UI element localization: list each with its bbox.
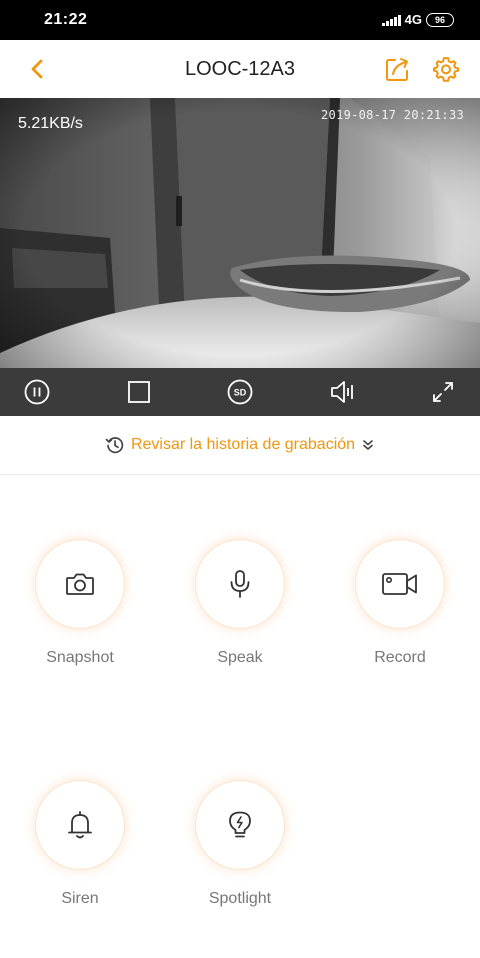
record-circle[interactable] [356, 540, 444, 628]
speak-button[interactable]: Speak [170, 540, 310, 667]
pause-button[interactable] [23, 378, 51, 406]
camera-image [0, 98, 480, 368]
lightbulb-icon [229, 811, 251, 838]
battery-level: 96 [434, 14, 445, 25]
quality-button[interactable]: SD [226, 378, 254, 406]
gear-icon [433, 57, 459, 82]
status-time: 21:22 [44, 11, 88, 28]
video-feed[interactable]: 5.21KB/s 2019-08-17 20:21:33 [0, 98, 480, 368]
history-icon [105, 435, 125, 455]
speak-label: Speak [217, 649, 263, 666]
video-timestamp: 2019-08-17 20:21:33 [321, 108, 464, 122]
bitrate-indicator: 5.21KB/s [18, 115, 83, 132]
snapshot-circle[interactable] [36, 540, 124, 628]
siren-label: Siren [61, 890, 99, 907]
record-label: Record [374, 649, 426, 666]
chevron-double-down-icon [361, 438, 375, 452]
pause-icon [24, 379, 50, 405]
stop-button[interactable] [125, 378, 153, 406]
fullscreen-icon [433, 382, 453, 402]
snapshot-label: Snapshot [46, 649, 114, 666]
siren-circle[interactable] [36, 781, 124, 869]
bell-icon [68, 811, 92, 839]
network-type: 4G [404, 12, 422, 27]
share-icon [386, 58, 408, 81]
microphone-icon [230, 570, 250, 598]
stop-icon [128, 381, 150, 403]
fullscreen-button[interactable] [429, 378, 457, 406]
record-button[interactable]: Record [330, 540, 470, 667]
speaker-icon [331, 381, 353, 403]
app-header: LOOC-12A3 [0, 40, 480, 98]
status-bar: 21:22 4G 96 [0, 0, 480, 40]
history-label: Revisar la historia de grabación [130, 436, 356, 453]
sd-quality-icon: SD [227, 379, 253, 405]
spotlight-button[interactable]: Spotlight [170, 781, 310, 908]
status-indicators: 4G 96 [382, 12, 454, 27]
recording-history-link[interactable]: Revisar la historia de grabación [0, 416, 480, 475]
snapshot-button[interactable]: Snapshot [10, 540, 150, 667]
spotlight-circle[interactable] [196, 781, 284, 869]
signal-icon [382, 14, 401, 26]
speak-circle[interactable] [196, 540, 284, 628]
camera-icon [66, 573, 94, 595]
settings-button[interactable] [431, 54, 461, 84]
share-button[interactable] [382, 54, 412, 84]
spotlight-label: Spotlight [208, 890, 272, 907]
sd-label: SD [234, 388, 247, 398]
siren-button[interactable]: Siren [10, 781, 150, 908]
player-control-bar: SD [0, 368, 480, 416]
video-camera-icon [382, 573, 417, 595]
battery-icon: 96 [426, 12, 454, 27]
mute-button[interactable] [328, 378, 356, 406]
